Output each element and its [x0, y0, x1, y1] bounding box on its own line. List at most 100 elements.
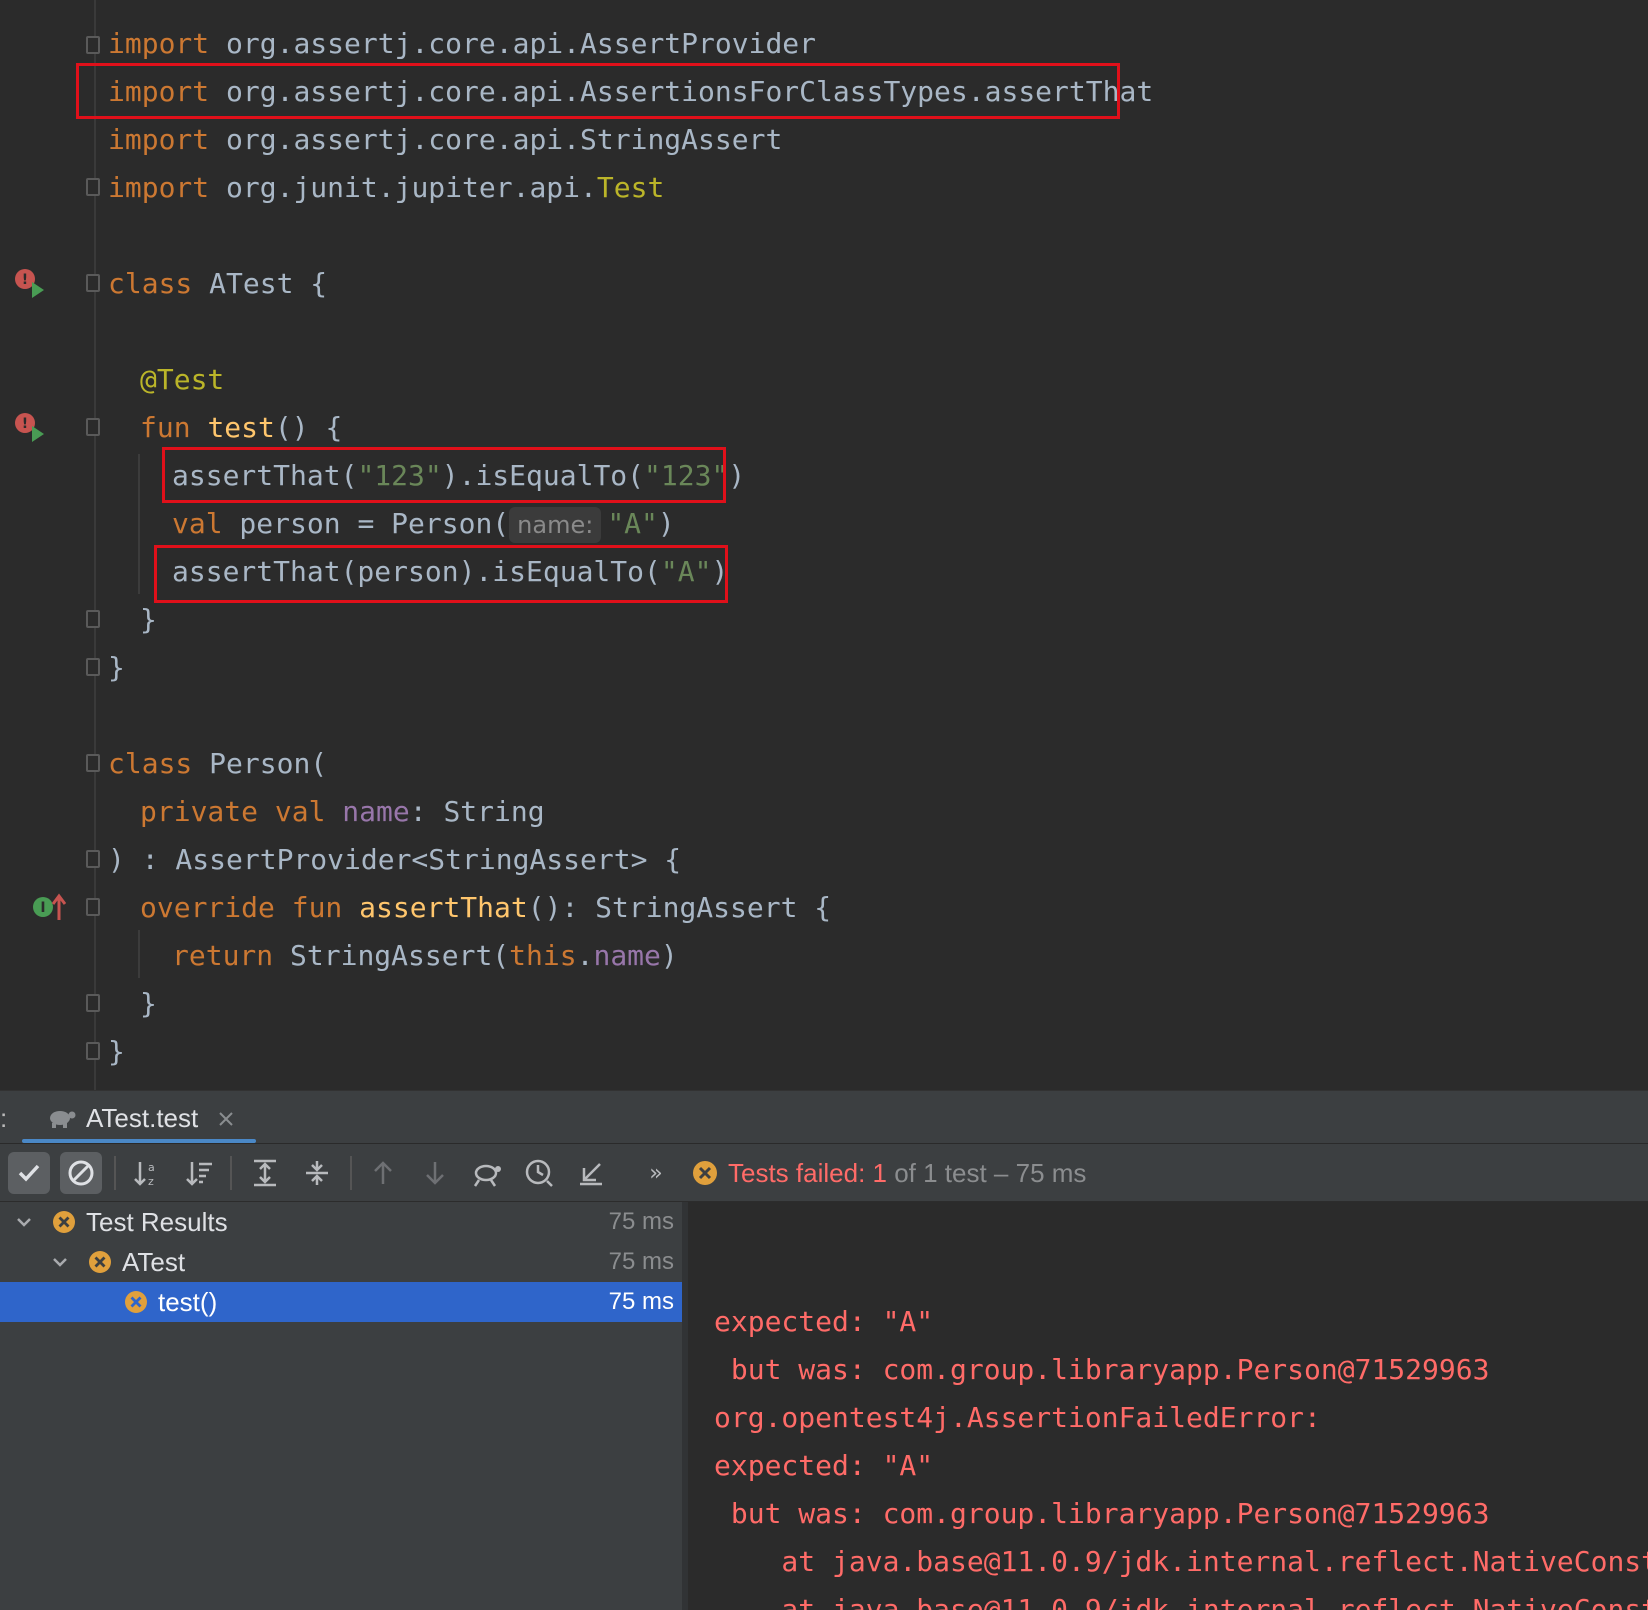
tree-row-test-results[interactable]: Test Results 75 ms [0, 1202, 682, 1242]
tree-row-duration: 75 ms [608, 1208, 674, 1235]
fold-marker[interactable] [86, 658, 100, 676]
show-ignored-button[interactable] [60, 1152, 102, 1194]
code-text: } [140, 987, 157, 1020]
fold-marker[interactable] [86, 274, 100, 292]
tab-atest-test[interactable]: ATest.test [22, 1091, 256, 1145]
code-line-18: ) : AssertProvider<StringAssert> { [108, 836, 681, 884]
code-text: } [108, 1035, 125, 1068]
highlight-assert-person [154, 545, 728, 603]
test-history-button[interactable] [518, 1152, 560, 1194]
toolbar-separator [350, 1156, 352, 1190]
fold-marker[interactable] [86, 178, 100, 196]
class-reference: Test [596, 171, 665, 204]
fail-icon [693, 1161, 717, 1185]
code-text: Person( [192, 747, 328, 780]
toolbar-separator [230, 1156, 232, 1190]
console-line: but was: com.group.libraryapp.Person@715… [714, 1497, 1490, 1530]
svg-text:a: a [148, 1161, 155, 1174]
previous-failed-button[interactable] [362, 1152, 404, 1194]
gutter-separator [94, 0, 96, 1090]
run-test-class-icon[interactable]: ! [12, 266, 46, 300]
sort-by-duration-button[interactable] [178, 1152, 220, 1194]
test-runner-toolbar: az » Tests failed: 1 of 1 test – 75 ms [0, 1144, 1648, 1202]
string-literal: "A" [607, 507, 658, 540]
code-text: : String [409, 795, 545, 828]
console-line: org.opentest4j.AssertionFailedError: [714, 1401, 1321, 1434]
test-results-tree: Test Results 75 ms ATest 75 ms test() 75… [0, 1202, 682, 1610]
console-line: expected: "A" [714, 1449, 934, 1482]
code-text: ) [728, 459, 746, 492]
code-line-8: @Test [140, 356, 224, 404]
code-text: StringAssert( [273, 939, 510, 972]
fold-marker[interactable] [86, 36, 100, 54]
property-name: name [593, 939, 661, 972]
code-text: ) [660, 939, 678, 972]
code-line-11: val person = Person(name: "A") [172, 500, 675, 548]
import-tests-button[interactable] [466, 1152, 508, 1194]
expand-all-icon [254, 1159, 276, 1187]
code-text: org.assertj.core.api.StringAssert [209, 123, 783, 156]
chevron-down-icon[interactable] [14, 1212, 34, 1232]
annotation: @Test [140, 363, 225, 396]
highlight-assert-string [162, 447, 726, 503]
parameter-hint: name: [509, 507, 602, 543]
ignored-icon [68, 1160, 94, 1186]
code-text: } [140, 603, 157, 636]
collapse-all-button[interactable] [296, 1152, 338, 1194]
tree-row-duration: 75 ms [608, 1288, 674, 1315]
chevron-double-right-icon: » [649, 1160, 663, 1186]
console-line: but was: com.group.libraryapp.Person@715… [714, 1353, 1490, 1386]
fold-marker[interactable] [86, 850, 100, 868]
console-line: at java.base@11.0.9/jdk.internal.reflect… [781, 1545, 1648, 1578]
keyword: return [172, 939, 274, 972]
property-name: name [342, 795, 410, 828]
code-line-6: class ATest { [108, 260, 327, 308]
indent-guide [138, 454, 140, 594]
run-tool-window-header: : ATest.test [0, 1090, 1648, 1144]
code-line-21: } [140, 980, 157, 1028]
code-text: () { [274, 411, 343, 444]
fold-marker[interactable] [86, 994, 100, 1012]
close-icon[interactable] [218, 1111, 234, 1127]
status-failed-text: Tests failed: [728, 1158, 873, 1188]
tree-row-test-method[interactable]: test() 75 ms [0, 1282, 682, 1322]
code-text: . [576, 939, 594, 972]
implements-method-icon[interactable]: I [32, 890, 66, 924]
tree-row-atest[interactable]: ATest 75 ms [0, 1242, 682, 1282]
status-failed-count: 1 [872, 1158, 887, 1188]
turtle-icon [50, 1111, 76, 1128]
code-text: } [108, 651, 125, 684]
tree-row-label: ATest [122, 1247, 186, 1277]
more-actions-button[interactable]: » [644, 1152, 668, 1194]
next-failed-button[interactable] [414, 1152, 456, 1194]
export-results-button[interactable] [570, 1152, 612, 1194]
chevron-down-icon[interactable] [50, 1252, 70, 1272]
fail-icon [125, 1291, 147, 1313]
code-text: person = Person( [222, 507, 510, 540]
code-line-22: } [108, 1028, 125, 1076]
fold-marker[interactable] [86, 754, 100, 772]
fold-marker[interactable] [86, 610, 100, 628]
code-line-14: } [108, 644, 125, 692]
keyword: val [172, 507, 223, 540]
show-passed-button[interactable] [8, 1152, 50, 1194]
expand-all-button[interactable] [244, 1152, 286, 1194]
keyword: import [108, 27, 210, 60]
console-line: at java.base@11.0.9/jdk.internal.reflect… [781, 1593, 1648, 1610]
code-line-1: import org.assertj.core.api.AssertProvid… [108, 20, 816, 68]
svg-text:z: z [148, 1175, 154, 1188]
fold-marker[interactable] [86, 1042, 100, 1060]
code-line-3: import org.assertj.core.api.StringAssert [108, 116, 782, 164]
code-line-20: return StringAssert(this.name) [172, 932, 678, 980]
keyword: fun [140, 411, 191, 444]
sort-duration-icon [186, 1162, 212, 1186]
run-test-method-icon[interactable]: ! [12, 410, 46, 444]
indent-guide [138, 930, 140, 978]
code-line-16: class Person( [108, 740, 327, 788]
code-editor[interactable]: ! ! I import org.assertj.core.api.Assert… [0, 0, 1648, 1090]
fold-marker[interactable] [86, 898, 100, 916]
sort-alphabetically-button[interactable]: az [126, 1152, 168, 1194]
console-output[interactable]: expected: "A" but was: com.group.library… [688, 1202, 1648, 1610]
console-line: expected: "A" [714, 1305, 934, 1338]
fold-marker[interactable] [86, 418, 100, 436]
